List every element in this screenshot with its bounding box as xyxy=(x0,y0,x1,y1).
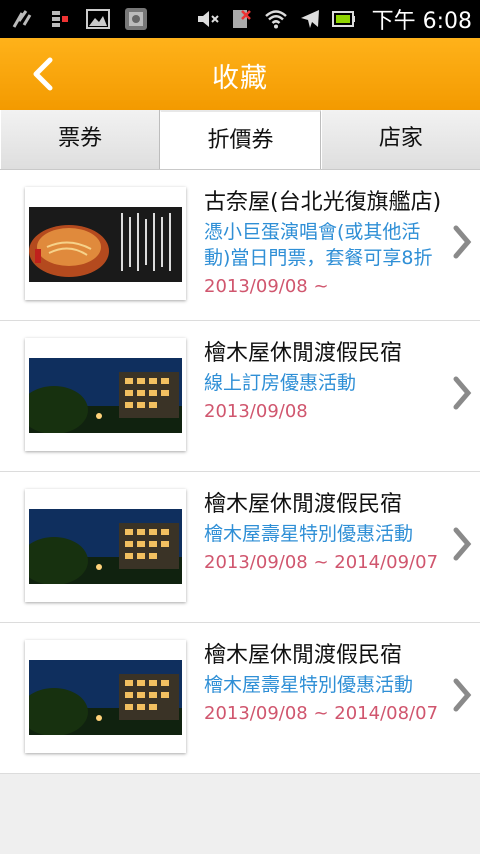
thumbnail-card xyxy=(25,489,186,602)
item-description: 憑小巨蛋演唱會(或其他活動)當日門票，套餐可享8折 xyxy=(204,221,433,269)
tab-stores[interactable]: 店家 xyxy=(320,110,480,169)
item-description: 線上訂房優惠活動 xyxy=(204,372,357,394)
item-name: 檜木屋休閒渡假民宿 xyxy=(204,643,403,668)
status-bar: 下午 6:08 xyxy=(0,0,480,38)
item-text: 檜木屋休閒渡假民宿 檜木屋壽星特別優惠活動 2013/09/08 ~ 2014/… xyxy=(204,490,444,576)
chevron-right-icon xyxy=(453,527,472,561)
page-title: 收藏 xyxy=(212,63,268,94)
image-icon xyxy=(86,7,110,31)
item-text: 檜木屋休閒渡假民宿 檜木屋壽星特別優惠活動 2013/09/08 ~ 2014/… xyxy=(204,641,444,727)
battery-icon xyxy=(331,7,356,31)
item-name: 檜木屋休閒渡假民宿 xyxy=(204,492,403,517)
list-item[interactable]: 檜木屋休閒渡假民宿 線上訂房優惠活動 2013/09/08 xyxy=(0,321,480,472)
chevron-right-icon xyxy=(453,225,472,259)
item-name: 檜木屋休閒渡假民宿 xyxy=(204,341,403,366)
airplane-icon xyxy=(298,7,322,31)
no-signal-icon xyxy=(230,7,254,31)
lodge-night-image xyxy=(29,660,182,735)
sim-icon xyxy=(48,7,72,31)
usb-debug-icon xyxy=(10,7,34,31)
list-item[interactable]: 檜木屋休閒渡假民宿 檜木屋壽星特別優惠活動 2013/09/08 ~ 2014/… xyxy=(0,623,480,774)
item-date: 2013/09/08 ~ xyxy=(204,276,329,297)
tab-bar: 票券 折價券 店家 xyxy=(0,110,480,170)
title-bar: 收藏 xyxy=(0,38,480,110)
list-item[interactable]: 古奈屋(台北光復旗艦店) 憑小巨蛋演唱會(或其他活動)當日門票，套餐可享8折 2… xyxy=(0,170,480,321)
item-text: 檜木屋休閒渡假民宿 線上訂房優惠活動 2013/09/08 xyxy=(204,339,444,425)
favorites-list: 古奈屋(台北光復旗艦店) 憑小巨蛋演唱會(或其他活動)當日門票，套餐可享8折 2… xyxy=(0,170,480,774)
chevron-right-icon xyxy=(453,678,472,712)
thumbnail-card xyxy=(25,187,186,300)
noodle-soup-image xyxy=(29,207,182,282)
thumbnail-card xyxy=(25,640,186,753)
tab-coupons[interactable]: 折價券 xyxy=(160,110,321,169)
wifi-icon xyxy=(264,7,288,31)
chevron-right-icon xyxy=(453,376,472,410)
tab-tickets[interactable]: 票券 xyxy=(0,110,161,169)
item-description: 檜木屋壽星特別優惠活動 xyxy=(204,674,414,696)
item-name: 古奈屋(台北光復旗艦店) xyxy=(204,190,442,215)
thumbnail-card xyxy=(25,338,186,451)
status-time: 下午 6:08 xyxy=(371,9,472,34)
item-date: 2013/09/08 ~ 2014/08/07 xyxy=(204,703,439,724)
item-date: 2013/09/08 xyxy=(204,401,308,422)
item-description: 檜木屋壽星特別優惠活動 xyxy=(204,523,414,545)
item-text: 古奈屋(台北光復旗艦店) 憑小巨蛋演唱會(或其他活動)當日門票，套餐可享8折 2… xyxy=(204,188,444,310)
gallery-icon xyxy=(124,7,148,31)
item-date: 2013/09/08 ~ 2014/09/07 xyxy=(204,552,439,573)
list-item[interactable]: 檜木屋休閒渡假民宿 檜木屋壽星特別優惠活動 2013/09/08 ~ 2014/… xyxy=(0,472,480,623)
lodge-night-image xyxy=(29,509,182,584)
mute-icon xyxy=(196,7,220,31)
lodge-night-image xyxy=(29,358,182,433)
